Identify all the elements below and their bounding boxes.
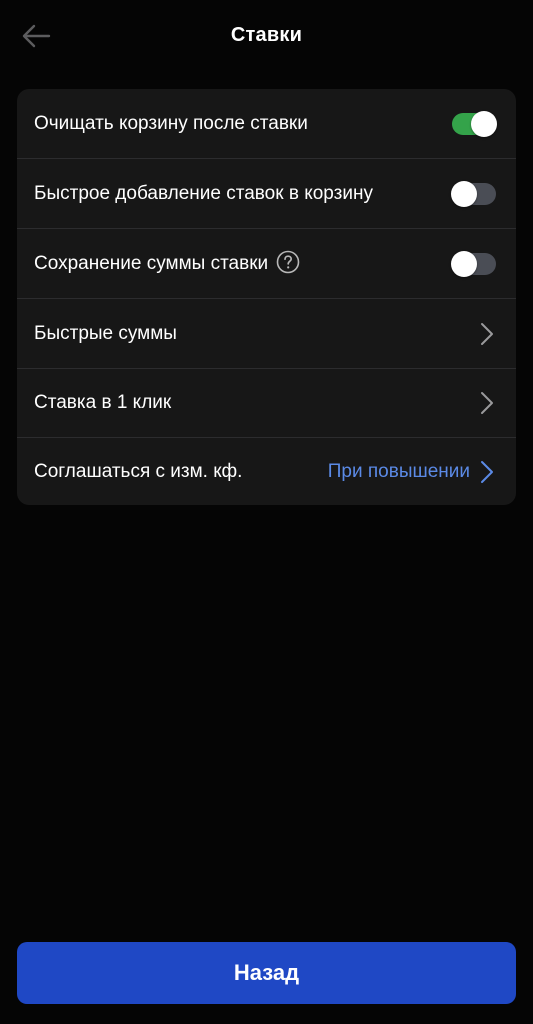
toggle-knob: [471, 110, 497, 137]
setting-row-one-click[interactable]: Ставка в 1 клик: [17, 368, 516, 438]
setting-row-clear-cart[interactable]: Очищать корзину после ставки: [17, 89, 516, 159]
back-button[interactable]: Назад: [17, 942, 516, 1004]
clear-cart-toggle[interactable]: [452, 110, 497, 137]
setting-label: Быстрые суммы: [34, 322, 177, 344]
setting-label-wrap: Сохранение суммы ставки: [34, 250, 300, 275]
setting-row-save-amount[interactable]: Сохранение суммы ставки: [17, 229, 516, 299]
accept-odds-value[interactable]: При повышении: [328, 461, 470, 483]
setting-row-quick-amounts[interactable]: Быстрые суммы: [17, 299, 516, 369]
toggle-knob: [451, 180, 477, 207]
chevron-right-icon: [481, 322, 493, 345]
save-amount-toggle[interactable]: [451, 250, 496, 277]
settings-list: Очищать корзину после ставки Быстрое доб…: [17, 89, 516, 505]
setting-row-accept-odds[interactable]: Соглашаться с изм. кф. При повышении: [17, 437, 516, 505]
question-circle-icon[interactable]: [276, 250, 300, 274]
setting-label: Сохранение суммы ставки: [34, 252, 269, 274]
setting-label: Соглашаться с изм. кф.: [34, 460, 243, 482]
header: Ставки: [0, 0, 533, 72]
setting-label: Очищать корзину после ставки: [34, 112, 308, 134]
setting-row-quick-add[interactable]: Быстрое добавление ставок в корзину: [17, 159, 516, 229]
page-title: Ставки: [230, 24, 303, 46]
chevron-right-icon: [481, 460, 493, 483]
toggle-knob: [451, 250, 477, 277]
setting-label: Ставка в 1 клик: [34, 391, 172, 413]
setting-label: Быстрое добавление ставок в корзину: [34, 182, 373, 204]
chevron-right-icon: [481, 391, 493, 414]
quick-add-toggle[interactable]: [451, 180, 496, 207]
